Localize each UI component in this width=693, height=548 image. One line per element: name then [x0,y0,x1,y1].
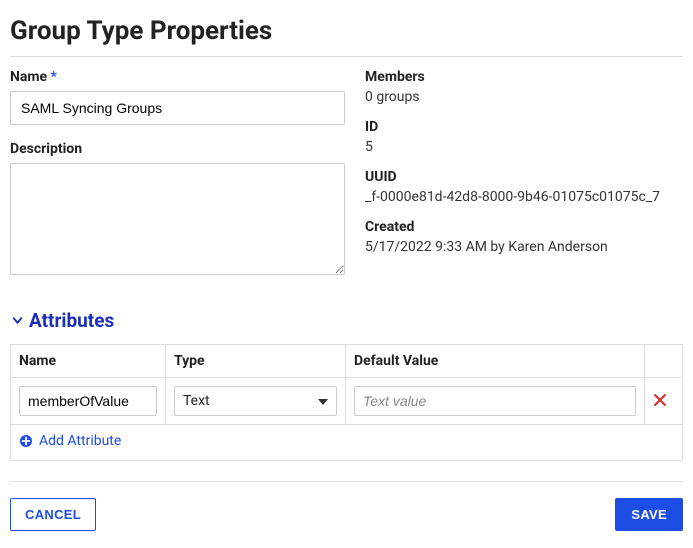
required-mark: * [51,69,57,85]
description-field-block: Description [10,141,345,279]
name-input[interactable] [10,91,345,125]
name-label: Name * [10,69,345,85]
description-textarea[interactable] [10,163,345,275]
form-columns: Name * Description Members 0 groups ID 5… [10,69,683,295]
uuid-value: _f-0000e81d-42d8-8000-9b46-01075c01075c_… [365,189,683,205]
col-header-default: Default Value [346,345,645,378]
name-label-text: Name [10,69,47,85]
attributes-section-title: Attributes [29,309,114,332]
table-row: Text [11,378,683,425]
col-header-name: Name [11,345,166,378]
name-field-block: Name * [10,69,345,125]
left-column: Name * Description [10,69,345,295]
description-label: Description [10,141,345,157]
attributes-section-header[interactable]: Attributes [10,309,683,332]
col-header-type: Type [166,345,346,378]
right-column: Members 0 groups ID 5 UUID _f-0000e81d-4… [365,69,683,295]
cancel-button[interactable]: CANCEL [10,498,96,531]
add-row: Add Attribute [11,425,683,461]
page-title: Group Type Properties [10,16,683,46]
id-value: 5 [365,139,683,155]
add-attribute-label: Add Attribute [39,433,121,449]
members-value: 0 groups [365,89,683,105]
add-attribute-button[interactable]: Add Attribute [19,433,121,449]
table-header-row: Name Type Default Value [11,345,683,378]
plus-circle-icon [19,434,33,448]
attr-default-input[interactable] [354,386,636,416]
chevron-down-icon [10,313,25,328]
col-header-actions [645,345,683,378]
id-label: ID [365,119,683,135]
attributes-table: Name Type Default Value Text [10,344,683,461]
attr-type-select[interactable]: Text [174,386,337,416]
divider-top [10,56,683,57]
footer-bar: CANCEL SAVE [10,481,683,531]
attr-name-input[interactable] [19,386,157,416]
save-button[interactable]: SAVE [615,498,683,531]
uuid-label: UUID [365,169,683,185]
caret-down-icon [318,393,328,409]
attr-type-selected: Text [183,393,210,409]
members-label: Members [365,69,683,85]
created-value: 5/17/2022 9:33 AM by Karen Anderson [365,239,683,255]
delete-row-icon[interactable] [653,391,667,412]
created-label: Created [365,219,683,235]
